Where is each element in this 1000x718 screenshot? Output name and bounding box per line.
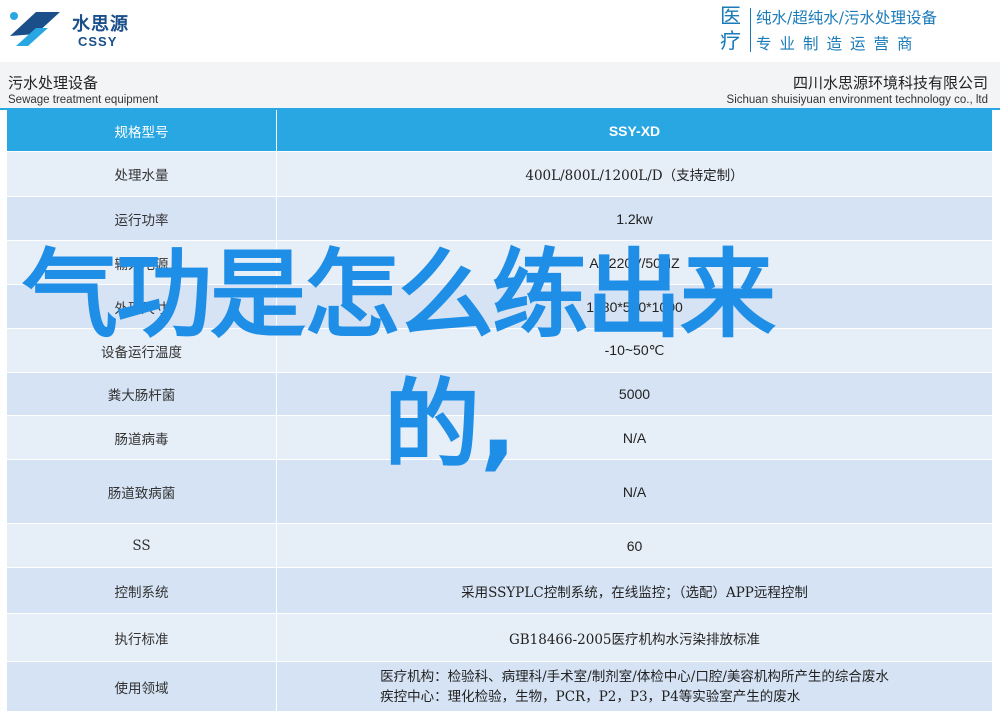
table-row: 处理水量 400L/800L/1200L/D（支持定制） — [7, 152, 993, 197]
product-category-cn: 污水处理设备 — [8, 74, 99, 92]
product-subheader: 污水处理设备 Sewage treatment equipment 四川水思源环… — [0, 62, 1000, 110]
product-category-en: Sewage treatment equipment — [8, 94, 159, 106]
row-value: -10~50℃ — [277, 329, 993, 373]
company-name-cn: 四川水思源环境科技有限公司 — [792, 74, 988, 92]
row-label: 执行标准 — [7, 614, 277, 662]
slogan-category: 医疗 — [720, 4, 741, 53]
usage-text: 医疗机构：检验科、病理科/手术室/制剂室/体检中心/口腔/美容机构所产生的综合废… — [380, 667, 889, 707]
table-row: 控制系统 采用SSYPLC控制系统，在线监控；（选配）APP远程控制 — [7, 568, 993, 614]
page-header: 水思源 CSSY 医疗 纯水/超纯水/污水处理设备 专业制造运营商 — [0, 0, 1000, 58]
slogan-products: 纯水/超纯水/污水处理设备 — [756, 9, 937, 27]
table-row: 肠道致病菌 N/A — [7, 460, 993, 524]
logo-text-cn: 水思源 — [72, 14, 129, 35]
usage-line-cdc: 疾控中心：理化检验，生物，PCR，P2，P3，P4等实验室产生的废水 — [380, 688, 801, 705]
table-row: 使用领域 医疗机构：检验科、病理科/手术室/制剂室/体检中心/口腔/美容机构所产… — [7, 662, 993, 712]
row-value: N/A — [277, 460, 993, 524]
row-label: 处理水量 — [7, 152, 277, 197]
company-slogan: 医疗 纯水/超纯水/污水处理设备 专业制造运营商 — [720, 4, 996, 54]
row-label: 外形尺寸 — [7, 285, 277, 329]
row-value: 5000 — [277, 373, 993, 416]
row-value: 60 — [277, 524, 993, 568]
row-value: GB18466-2005医疗机构水污染排放标准 — [277, 614, 993, 662]
table-row: 输入电源 AC220V/50HZ — [7, 241, 993, 285]
company-logo[interactable]: 水思源 CSSY — [6, 6, 136, 52]
logo-text-en: CSSY — [78, 34, 118, 49]
row-label: 运行功率 — [7, 197, 277, 241]
header-value: SSY-XD — [277, 110, 993, 152]
table-row: 粪大肠杆菌 5000 — [7, 373, 993, 416]
usage-line-medical: 医疗机构：检验科、病理科/手术室/制剂室/体检中心/口腔/美容机构所产生的综合废… — [380, 668, 889, 685]
row-value: AC220V/50HZ — [277, 241, 993, 285]
row-label: 使用领域 — [7, 662, 277, 712]
row-label: SS — [7, 524, 277, 568]
table-row: 执行标准 GB18466-2005医疗机构水污染排放标准 — [7, 614, 993, 662]
table-row: 外形尺寸 1080*560*1000 — [7, 285, 993, 329]
table-row: 肠道病毒 N/A — [7, 416, 993, 460]
slogan-divider — [750, 8, 751, 52]
water-drop-logo-icon — [10, 12, 60, 46]
row-value: 采用SSYPLC控制系统，在线监控；（选配）APP远程控制 — [277, 568, 993, 614]
row-value: N/A — [277, 416, 993, 460]
table-row: 设备运行温度 -10~50℃ — [7, 329, 993, 373]
row-label: 设备运行温度 — [7, 329, 277, 373]
row-label: 肠道致病菌 — [7, 460, 277, 524]
company-name-en: Sichuan shuisiyuan environment technolog… — [726, 94, 988, 106]
row-value: 1.2kw — [277, 197, 993, 241]
row-label: 控制系统 — [7, 568, 277, 614]
row-label: 肠道病毒 — [7, 416, 277, 460]
slogan-tagline: 专业制造运营商 — [756, 35, 921, 53]
table-row: 运行功率 1.2kw — [7, 197, 993, 241]
row-label: 粪大肠杆菌 — [7, 373, 277, 416]
row-value: 1080*560*1000 — [277, 285, 993, 329]
header-label: 规格型号 — [7, 110, 277, 152]
row-value: 400L/800L/1200L/D（支持定制） — [277, 152, 993, 197]
spec-table: 规格型号 SSY-XD 处理水量 400L/800L/1200L/D（支持定制）… — [7, 110, 993, 712]
table-row: SS 60 — [7, 524, 993, 568]
row-value: 医疗机构：检验科、病理科/手术室/制剂室/体检中心/口腔/美容机构所产生的综合废… — [277, 662, 993, 712]
row-label: 输入电源 — [7, 241, 277, 285]
table-header-row: 规格型号 SSY-XD — [7, 110, 993, 152]
